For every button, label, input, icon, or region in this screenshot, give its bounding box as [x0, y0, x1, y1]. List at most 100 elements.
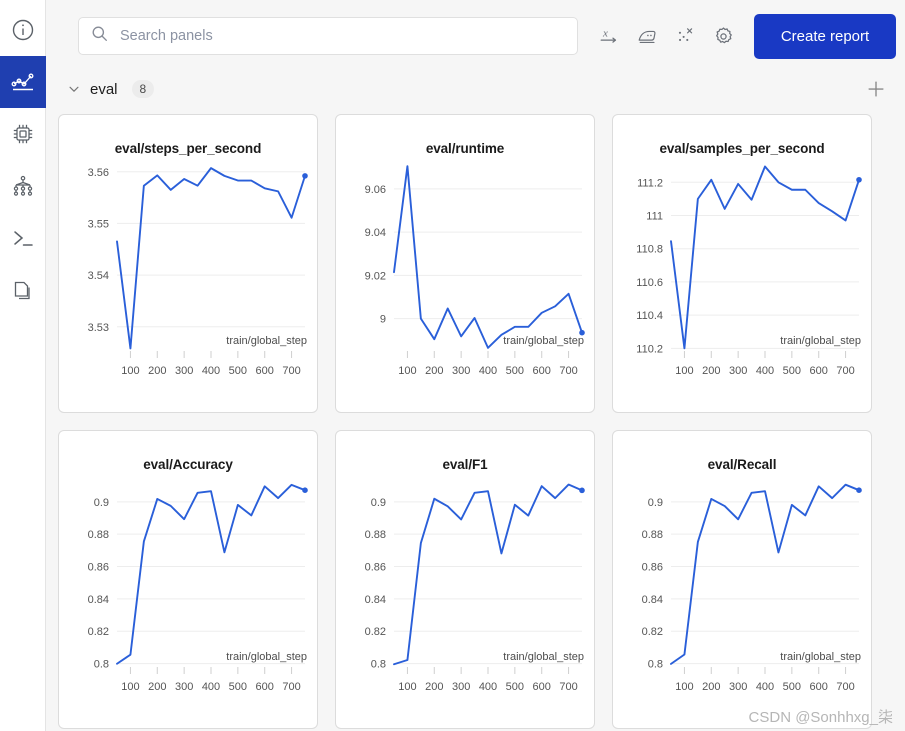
section-header-eval: eval 8: [46, 72, 905, 106]
svg-text:300: 300: [175, 681, 193, 693]
svg-text:3.53: 3.53: [88, 322, 109, 334]
chart-panel[interactable]: eval/runtime 9 9.02 9.04 9.06 100 200 300 400 500…: [335, 114, 595, 413]
svg-text:9.02: 9.02: [365, 270, 386, 282]
svg-text:0.88: 0.88: [88, 529, 109, 541]
sidebar-item-system[interactable]: [0, 108, 46, 160]
panel-grid: eval/steps_per_second 3.53 3.54 3.55 3.56 100…: [46, 106, 905, 729]
smoothing-iron-icon[interactable]: [630, 19, 664, 53]
plot-area[interactable]: 110.2 110.4 110.6 110.8 111 111.2 100 200 300 400…: [613, 156, 871, 408]
panel-title: eval/F1: [442, 457, 488, 472]
svg-text:200: 200: [425, 681, 443, 693]
plot-area[interactable]: 0.8 0.82 0.84 0.86 0.88 0.9 100 200 300 400 500 600…: [336, 472, 594, 724]
wandb-workspace: x: [0, 0, 905, 731]
sidebar-item-logs[interactable]: [0, 212, 46, 264]
svg-text:400: 400: [202, 365, 220, 377]
svg-text:600: 600: [533, 365, 551, 377]
sidebar-item-charts[interactable]: [0, 56, 46, 108]
svg-text:train/global_step: train/global_step: [780, 335, 861, 347]
svg-text:600: 600: [533, 681, 551, 693]
svg-text:600: 600: [256, 681, 274, 693]
svg-text:100: 100: [675, 365, 693, 377]
section-panel-count: 8: [131, 80, 155, 98]
svg-text:0.82: 0.82: [365, 626, 386, 638]
svg-text:700: 700: [836, 681, 854, 693]
panel-title: eval/Accuracy: [143, 457, 233, 472]
chart-panel[interactable]: eval/Recall 0.8 0.82 0.84 0.86 0.88 0.9 100 200 3…: [612, 430, 872, 729]
sidebar-item-info[interactable]: [0, 4, 46, 56]
svg-text:600: 600: [256, 365, 274, 377]
svg-text:0.9: 0.9: [371, 497, 386, 509]
svg-text:600: 600: [810, 681, 828, 693]
svg-text:400: 400: [756, 365, 774, 377]
svg-text:200: 200: [425, 365, 443, 377]
svg-text:0.86: 0.86: [88, 562, 109, 574]
svg-text:9.06: 9.06: [365, 184, 386, 196]
sidebar-item-files[interactable]: [0, 264, 46, 316]
chevron-down-icon[interactable]: [64, 79, 84, 99]
svg-text:700: 700: [559, 681, 577, 693]
panel-title: eval/Recall: [707, 457, 777, 472]
section-title: eval: [90, 80, 118, 98]
sidebar-item-model-graph[interactable]: [0, 160, 46, 212]
svg-text:0.82: 0.82: [88, 626, 109, 638]
svg-text:700: 700: [282, 365, 300, 377]
outliers-icon[interactable]: [668, 19, 702, 53]
svg-text:400: 400: [479, 365, 497, 377]
svg-text:train/global_step: train/global_step: [503, 335, 584, 347]
svg-text:110.2: 110.2: [636, 343, 663, 355]
svg-text:train/global_step: train/global_step: [226, 651, 307, 663]
svg-text:300: 300: [452, 681, 470, 693]
svg-text:9.04: 9.04: [365, 227, 386, 239]
panel-title: eval/steps_per_second: [114, 141, 262, 156]
svg-text:110.8: 110.8: [636, 244, 663, 256]
left-rail: [0, 0, 46, 731]
panel-title: eval/samples_per_second: [659, 141, 825, 156]
gear-icon[interactable]: [706, 19, 740, 53]
svg-text:400: 400: [479, 681, 497, 693]
svg-text:0.86: 0.86: [365, 562, 386, 574]
search-panels-box[interactable]: [78, 17, 578, 55]
chart-panel[interactable]: eval/steps_per_second 3.53 3.54 3.55 3.56 100…: [58, 114, 318, 413]
svg-text:0.88: 0.88: [642, 529, 663, 541]
chart-panel[interactable]: eval/F1 0.8 0.82 0.84 0.86 0.88 0.9 100 200 300 40…: [335, 430, 595, 729]
svg-text:400: 400: [756, 681, 774, 693]
terminal-icon: [11, 226, 35, 250]
svg-text:0.9: 0.9: [648, 497, 663, 509]
plot-area[interactable]: 0.8 0.82 0.84 0.86 0.88 0.9 100 200 300 400 500 600…: [59, 472, 317, 724]
svg-text:0.84: 0.84: [88, 594, 109, 606]
svg-text:500: 500: [229, 681, 247, 693]
svg-text:100: 100: [121, 365, 139, 377]
info-circle-icon: [11, 18, 35, 42]
svg-text:0.84: 0.84: [642, 594, 663, 606]
cpu-chip-icon: [11, 122, 35, 146]
svg-text:300: 300: [452, 365, 470, 377]
svg-text:0.88: 0.88: [365, 529, 386, 541]
svg-text:0.86: 0.86: [642, 562, 663, 574]
chart-panel[interactable]: eval/Accuracy 0.8 0.82 0.84 0.86 0.88 0.9 100 20…: [58, 430, 318, 729]
search-input[interactable]: [118, 18, 565, 54]
line-chart-icon: [10, 70, 36, 94]
plus-icon[interactable]: [861, 74, 891, 104]
x-axis-icon[interactable]: x: [592, 19, 626, 53]
create-report-button[interactable]: Create report: [754, 13, 896, 59]
panel-title: eval/runtime: [425, 141, 505, 156]
svg-text:x: x: [602, 27, 608, 39]
plot-area[interactable]: 9 9.02 9.04 9.06 100 200 300 400 500 600 700 train/…: [336, 156, 594, 408]
node-graph-icon: [11, 174, 35, 198]
svg-text:300: 300: [729, 365, 747, 377]
svg-text:0.82: 0.82: [642, 626, 663, 638]
svg-text:0.8: 0.8: [648, 659, 663, 671]
svg-text:0.9: 0.9: [94, 497, 109, 509]
plot-area[interactable]: 3.53 3.54 3.55 3.56 100 200 300 400 500 600 700 tra…: [59, 156, 317, 408]
svg-text:600: 600: [810, 365, 828, 377]
top-toolbar: x: [46, 0, 905, 72]
svg-text:train/global_step: train/global_step: [780, 651, 861, 663]
svg-text:100: 100: [398, 681, 416, 693]
svg-text:110.6: 110.6: [636, 277, 663, 289]
svg-text:200: 200: [148, 681, 166, 693]
svg-text:3.56: 3.56: [88, 167, 109, 179]
svg-text:train/global_step: train/global_step: [226, 335, 307, 347]
svg-text:700: 700: [282, 681, 300, 693]
plot-area[interactable]: 0.8 0.82 0.84 0.86 0.88 0.9 100 200 300 400 500 600…: [613, 472, 871, 724]
chart-panel[interactable]: eval/samples_per_second 110.2 110.4 110.6 11…: [612, 114, 872, 413]
